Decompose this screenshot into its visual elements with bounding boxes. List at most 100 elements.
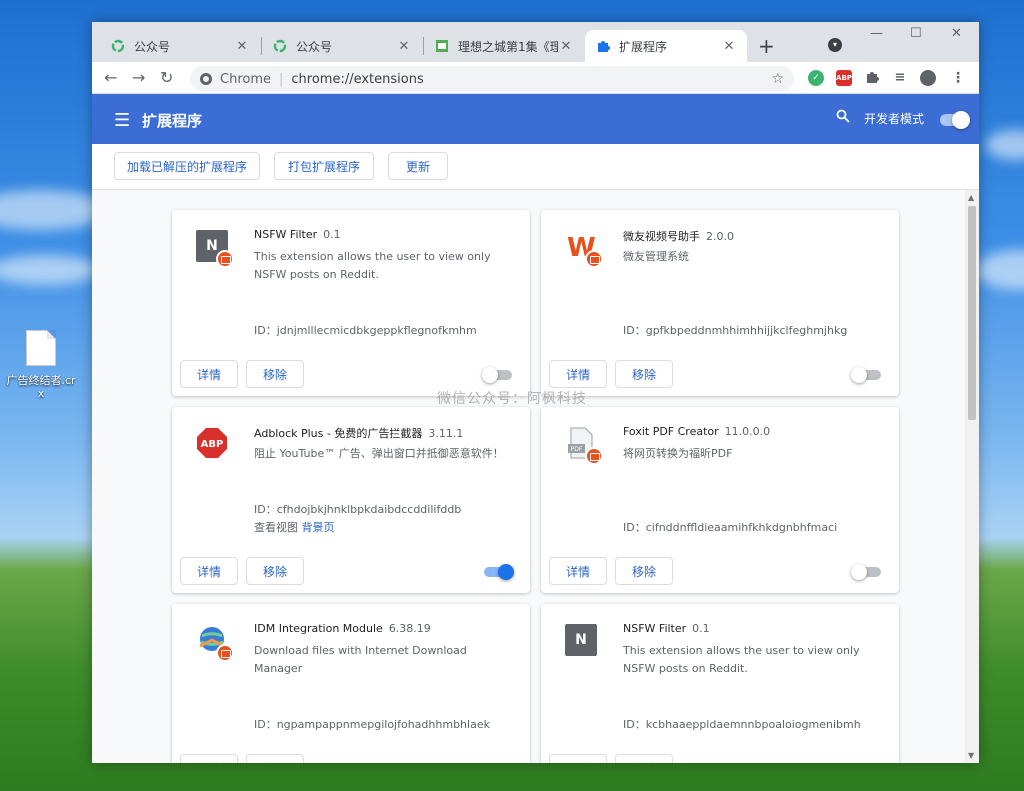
remove-button[interactable]: 移除 [246, 557, 304, 585]
close-icon[interactable]: ✕ [721, 39, 737, 54]
playlist-icon[interactable]: ≡ [892, 70, 908, 86]
remove-button[interactable]: 移除 [615, 754, 673, 763]
extensions-list: N NSFW Filter 0.1 This extension allows t… [92, 190, 965, 763]
details-button[interactable]: 详情 [180, 360, 238, 388]
extension-description: This extension allows the user to view o… [623, 644, 860, 675]
reload-icon[interactable]: ↻ [160, 68, 173, 87]
remove-button[interactable]: 移除 [246, 754, 304, 763]
extension-name-line: NSFW Filter 0.1 [623, 622, 710, 635]
remove-button[interactable]: 移除 [615, 557, 673, 585]
extension-description: 微友管理系统 [623, 250, 689, 263]
watermark-text: 微信公众号：阿枫科技 [437, 391, 587, 407]
url-text: chrome://extensions [291, 71, 424, 87]
extension-id: ID：gpfkbpeddnmhhimhhijjkclfeghmjhkg [623, 324, 848, 337]
extension-name: NSFW Filter [254, 228, 318, 241]
close-icon[interactable]: ✕ [234, 39, 250, 54]
nsfw-n-icon: N [196, 230, 234, 268]
enable-toggle[interactable] [484, 564, 514, 580]
wechat-icon [110, 38, 126, 54]
tab-title: 扩展程序 [619, 39, 668, 54]
tab-2[interactable]: 理想之城第1集《理想 ✕ [424, 30, 584, 62]
extension-version: 11.0.0.0 [724, 425, 771, 438]
new-tab-button[interactable]: + [758, 34, 775, 58]
bookmark-star-icon[interactable]: ☆ [771, 71, 784, 87]
desktop-file-name: 广告终结者.crx [6, 374, 76, 400]
desktop-cloud [975, 250, 1024, 290]
pdf-file-icon: PDF [565, 427, 603, 465]
extension-description: Download files with Internet Download Ma… [254, 644, 467, 675]
extension-name-line: Foxit PDF Creator 11.0.0.0 [623, 425, 770, 438]
extension-card: PDF Foxit PDF Creator 11.0.0.0 将网页转换为福昕PD… [541, 407, 899, 593]
browser-toolbar: ← → ↻ Chrome | chrome://extensions ☆ ✓ A… [92, 62, 979, 94]
address-bar[interactable]: Chrome | chrome://extensions ☆ [190, 66, 794, 92]
puzzle-toolbar-icon[interactable] [864, 70, 880, 86]
extension-card: W 微友视频号助手 2.0.0 微友管理系统 ID：gpfkbpeddnmhhim… [541, 210, 899, 396]
desktop-file[interactable]: 广告终结者.crx [4, 330, 78, 400]
tab-3[interactable]: 扩展程序 ✕ [585, 30, 747, 62]
enable-toggle[interactable] [851, 367, 881, 383]
details-button[interactable]: 详情 [549, 557, 607, 585]
details-button[interactable]: 详情 [180, 754, 238, 763]
extension-name-line: Adblock Plus - 免费的广告拦截器 3.11.1 [254, 425, 463, 441]
load-unpacked-button[interactable]: 加载已解压的扩展程序 [114, 152, 260, 180]
extension-description: 将网页转换为福昕PDF [623, 447, 733, 460]
tab-title: 公众号 [296, 39, 333, 54]
close-icon[interactable]: ✕ [396, 39, 412, 54]
remove-button[interactable]: 移除 [615, 360, 673, 388]
update-button[interactable]: 更新 [388, 152, 448, 180]
enable-toggle[interactable] [482, 367, 512, 383]
details-button[interactable]: 详情 [549, 360, 607, 388]
abp-stop-icon: ABP [196, 427, 228, 459]
video-icon [434, 38, 450, 54]
search-icon[interactable] [836, 109, 850, 127]
check-extension-icon[interactable]: ✓ [808, 70, 824, 86]
details-button[interactable]: 详情 [180, 557, 238, 585]
extension-card: IDM Integration Module 6.38.19 Download f… [172, 604, 530, 763]
page-title: 扩展程序 [142, 112, 203, 130]
enable-toggle[interactable] [851, 564, 881, 580]
idm-globe-icon [196, 624, 234, 662]
scrollbar-thumb[interactable] [968, 206, 976, 420]
maximize-button[interactable]: ☐ [910, 26, 922, 41]
extension-version: 0.1 [692, 622, 710, 635]
more-menu-icon[interactable]: ⋮ [950, 70, 966, 86]
pack-extension-button[interactable]: 打包扩展程序 [274, 152, 374, 180]
hamburger-menu-icon[interactable]: ☰ [114, 110, 130, 131]
minimize-button[interactable]: — [870, 26, 883, 41]
profile-avatar-icon[interactable] [920, 70, 936, 86]
extension-description: This extension allows the user to view o… [254, 250, 491, 281]
omnibox-divider: | [279, 71, 284, 87]
scroll-up-icon[interactable]: ▲ [968, 193, 974, 202]
puzzle-icon [595, 38, 611, 54]
forward-arrow-icon[interactable]: → [132, 68, 145, 87]
extension-id: ID：cfhdojbkjhnklbpkdaibdccddilifddb [254, 503, 462, 516]
scroll-down-icon[interactable]: ▼ [968, 751, 974, 760]
weiyou-w-icon: W [565, 230, 603, 268]
remove-button[interactable]: 移除 [246, 360, 304, 388]
extension-name: 微友视频号助手 [623, 230, 700, 243]
back-arrow-icon[interactable]: ← [104, 68, 117, 87]
background-page-link[interactable]: 背景页 [302, 521, 335, 534]
extension-version: 2.0.0 [706, 230, 734, 243]
developer-mode-toggle[interactable] [940, 111, 970, 129]
desktop-cloud [985, 130, 1024, 160]
extension-card: ABP Adblock Plus - 免费的广告拦截器 3.11.1 阻止 You… [172, 407, 530, 593]
extension-id: ID：kcbhaaeppldaemnnbpoaloiogmenibmh [623, 718, 861, 731]
tab-0[interactable]: 公众号 ✕ [100, 30, 260, 62]
extension-version: 3.11.1 [428, 427, 464, 440]
tab-strip: 公众号 ✕ 公众号 ✕ 理想之城第1集《理想 ✕ 扩展程序 ✕ + ▾ [92, 22, 979, 62]
wechat-icon [272, 38, 288, 54]
extension-id: ID：ngpampappnmepgilojfohadhhmbhlaek [254, 718, 490, 731]
extension-version: 0.1 [323, 228, 341, 241]
close-window-button[interactable]: ✕ [951, 26, 962, 41]
close-icon[interactable]: ✕ [558, 39, 574, 54]
tab-search-icon[interactable]: ▾ [828, 38, 842, 52]
extension-card: N NSFW Filter 0.1 This extension allows t… [172, 210, 530, 396]
file-icon [26, 330, 56, 366]
tab-1[interactable]: 公众号 ✕ [262, 30, 422, 62]
extension-name: IDM Integration Module [254, 622, 383, 635]
abp-toolbar-icon[interactable]: ABP [836, 70, 852, 86]
vertical-scrollbar[interactable]: ▲ ▼ [965, 190, 979, 763]
tab-title: 理想之城第1集《理想 [458, 39, 558, 54]
details-button[interactable]: 详情 [549, 754, 607, 763]
